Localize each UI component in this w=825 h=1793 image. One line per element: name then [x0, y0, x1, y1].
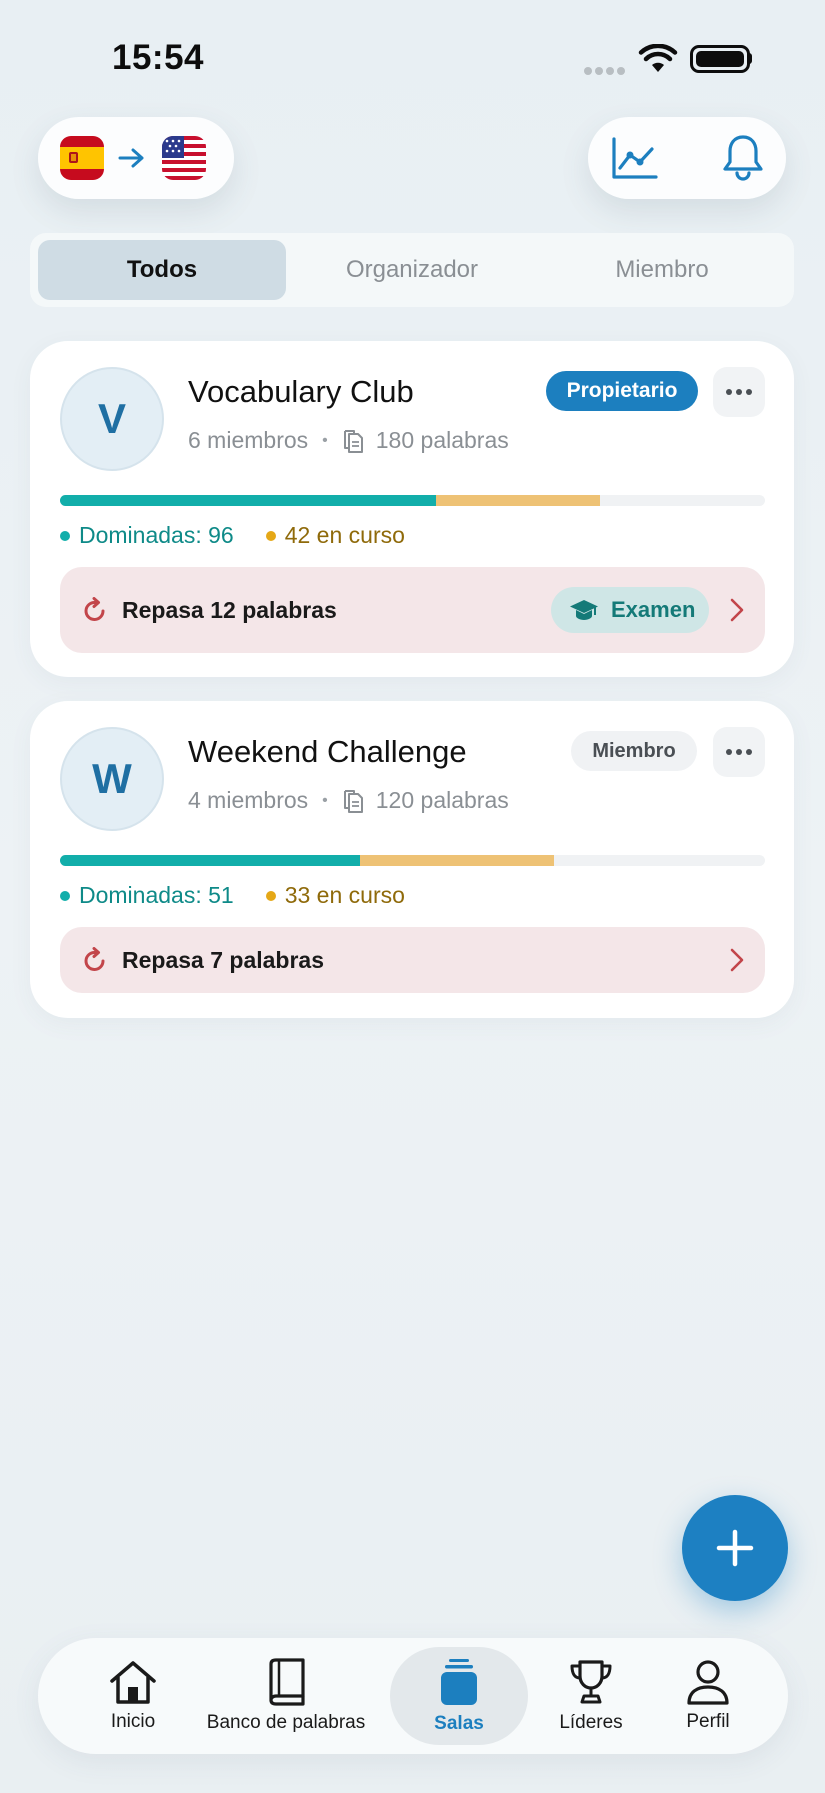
room-card-vocabulary-club[interactable]: V Vocabulary Club 6 miembros • 180 palab… [30, 341, 794, 677]
plus-icon [716, 1529, 754, 1567]
header-actions [588, 117, 786, 199]
home-icon [110, 1661, 156, 1704]
mastered-dot [60, 890, 70, 901]
meta-separator: • [322, 431, 328, 449]
mastered-label: Dominadas: 51 [79, 882, 234, 908]
arrow-right-icon [118, 148, 144, 168]
room-stats: Dominadas: 51 33 en curso [60, 882, 405, 909]
chevron-right-icon [730, 948, 744, 972]
document-icon [343, 789, 363, 813]
tab-perfil[interactable]: Perfil [658, 1638, 758, 1754]
tab-lideres[interactable]: Líderes [536, 1638, 646, 1754]
language-pair-button[interactable] [38, 117, 234, 199]
line-chart-icon[interactable] [610, 135, 658, 181]
status-time: 15:54 [112, 38, 205, 77]
mastered-label: Dominadas: 96 [79, 522, 234, 548]
bell-icon[interactable] [720, 133, 766, 181]
tab-banco-de-palabras[interactable]: Banco de palabras [196, 1638, 376, 1754]
role-badge-owner: Propietario [546, 371, 698, 411]
wifi-icon [638, 44, 678, 72]
room-meta: 6 miembros • 180 palabras [188, 427, 509, 454]
spain-flag-icon [60, 136, 104, 180]
battery-nub [748, 53, 752, 64]
meta-separator: • [322, 791, 328, 809]
room-avatar: V [60, 367, 164, 471]
progress-learning [359, 855, 554, 866]
learning-label: 42 en curso [284, 522, 405, 548]
room-meta: 4 miembros • 120 palabras [188, 787, 509, 814]
refresh-icon [84, 947, 105, 971]
room-title: Vocabulary Club [188, 374, 414, 409]
room-stats: Dominadas: 96 42 en curso [60, 522, 405, 549]
role-badge-member: Miembro [571, 731, 697, 771]
tab-salas[interactable]: Salas [390, 1638, 528, 1754]
review-label: Repasa 12 palabras [122, 597, 337, 623]
tab-label: Líderes [559, 1712, 623, 1733]
exam-label: Examen [611, 597, 696, 622]
review-words-button[interactable]: Repasa 12 palabras Examen [60, 567, 765, 653]
tab-inicio[interactable]: Inicio [78, 1638, 188, 1754]
review-label: Repasa 7 palabras [122, 947, 325, 973]
tab-label: Perfil [686, 1711, 730, 1732]
filter-tab-miembro[interactable]: Miembro [538, 240, 786, 300]
review-words-button[interactable]: Repasa 7 palabras [60, 927, 765, 993]
room-card-weekend-challenge[interactable]: W Weekend Challenge 4 miembros • 120 pal… [30, 701, 794, 1018]
usa-flag-icon [162, 136, 206, 180]
refresh-icon [84, 597, 105, 621]
filter-tab-todos[interactable]: Todos [38, 240, 286, 300]
tab-label: Inicio [110, 1711, 156, 1732]
book-icon [269, 1658, 305, 1706]
members-count: 4 miembros [188, 787, 309, 813]
tab-label: Banco de palabras [206, 1712, 366, 1733]
room-title: Weekend Challenge [188, 734, 467, 769]
learning-dot [265, 530, 276, 541]
stack-icon [441, 1659, 477, 1705]
learning-dot [265, 890, 276, 901]
trophy-icon [570, 1660, 612, 1704]
progress-bar [60, 495, 765, 506]
battery-icon [690, 45, 750, 73]
tab-label: Salas [434, 1713, 484, 1734]
more-options-button[interactable] [713, 727, 765, 777]
mastered-dot [60, 530, 70, 541]
signal-icon [584, 62, 628, 75]
progress-mastered [60, 495, 436, 506]
room-avatar: W [60, 727, 164, 831]
add-room-button[interactable] [682, 1495, 788, 1601]
graduation-cap-icon [570, 600, 598, 620]
document-icon [343, 429, 363, 453]
members-count: 6 miembros [188, 427, 309, 453]
more-options-button[interactable] [713, 367, 765, 417]
progress-learning [435, 495, 600, 506]
filter-segmented-control: Todos Organizador Miembro [30, 233, 794, 307]
progress-bar [60, 855, 765, 866]
filter-tab-organizador[interactable]: Organizador [288, 240, 536, 300]
learning-label: 33 en curso [284, 882, 405, 908]
progress-mastered [60, 855, 360, 866]
profile-icon [687, 1660, 729, 1705]
chevron-right-icon [730, 598, 744, 622]
words-count: 120 palabras [375, 787, 509, 813]
bottom-tab-bar: Inicio Banco de palabras Salas Líderes P… [38, 1638, 788, 1754]
words-count: 180 palabras [375, 427, 509, 453]
exam-button[interactable]: Examen [551, 587, 709, 633]
